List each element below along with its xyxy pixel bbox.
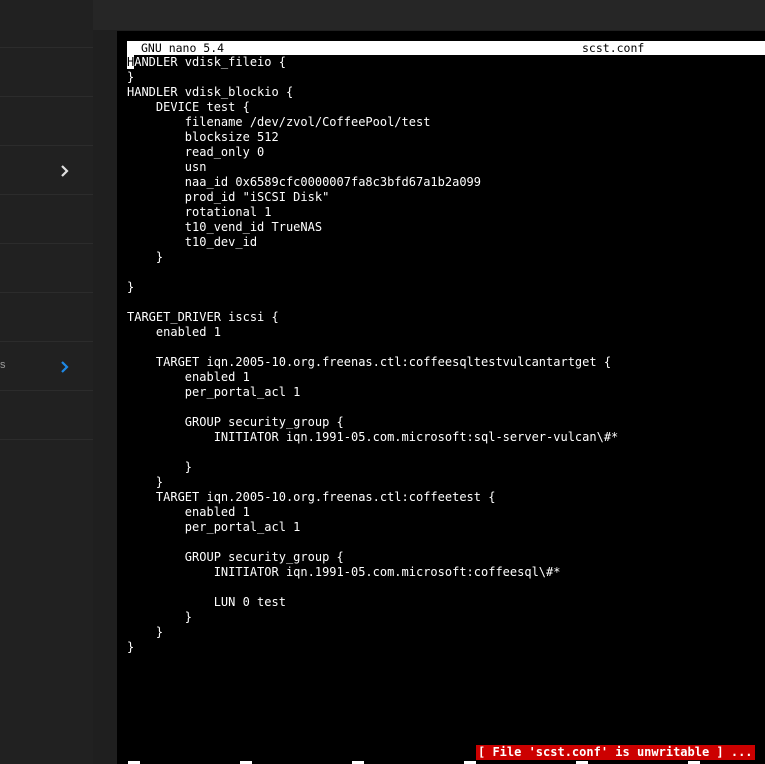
terminal-window[interactable]: GNU nano 5.4 scst.conf HANDLER vdisk_fil… [117, 31, 765, 764]
sidebar: s [0, 0, 93, 764]
sidebar-item-label: s [0, 359, 6, 371]
sidebar-item[interactable] [0, 245, 93, 293]
chevron-right-icon[interactable] [58, 164, 72, 178]
chevron-right-icon[interactable] [58, 360, 72, 374]
sidebar-item[interactable] [0, 98, 93, 146]
nano-title-bar: GNU nano 5.4 scst.conf [127, 41, 765, 55]
sidebar-item[interactable]: s [0, 343, 93, 391]
editor-text: ANDLER vdisk_fileio { } HANDLER vdisk_bl… [127, 55, 619, 654]
status-message: [ File 'scst.conf' is unwritable ] ... [476, 745, 755, 760]
sidebar-item[interactable] [0, 196, 93, 244]
top-app-bar [93, 0, 765, 30]
sidebar-item[interactable] [0, 294, 93, 342]
editor-buffer[interactable]: HANDLER vdisk_fileio { } HANDLER vdisk_b… [127, 55, 618, 655]
sidebar-item[interactable] [0, 49, 93, 97]
nano-filename: scst.conf [582, 41, 645, 55]
nano-version: GNU nano 5.4 [141, 41, 225, 55]
sidebar-item[interactable] [0, 0, 93, 48]
sidebar-item[interactable] [0, 392, 93, 440]
sidebar-item[interactable] [0, 147, 93, 195]
